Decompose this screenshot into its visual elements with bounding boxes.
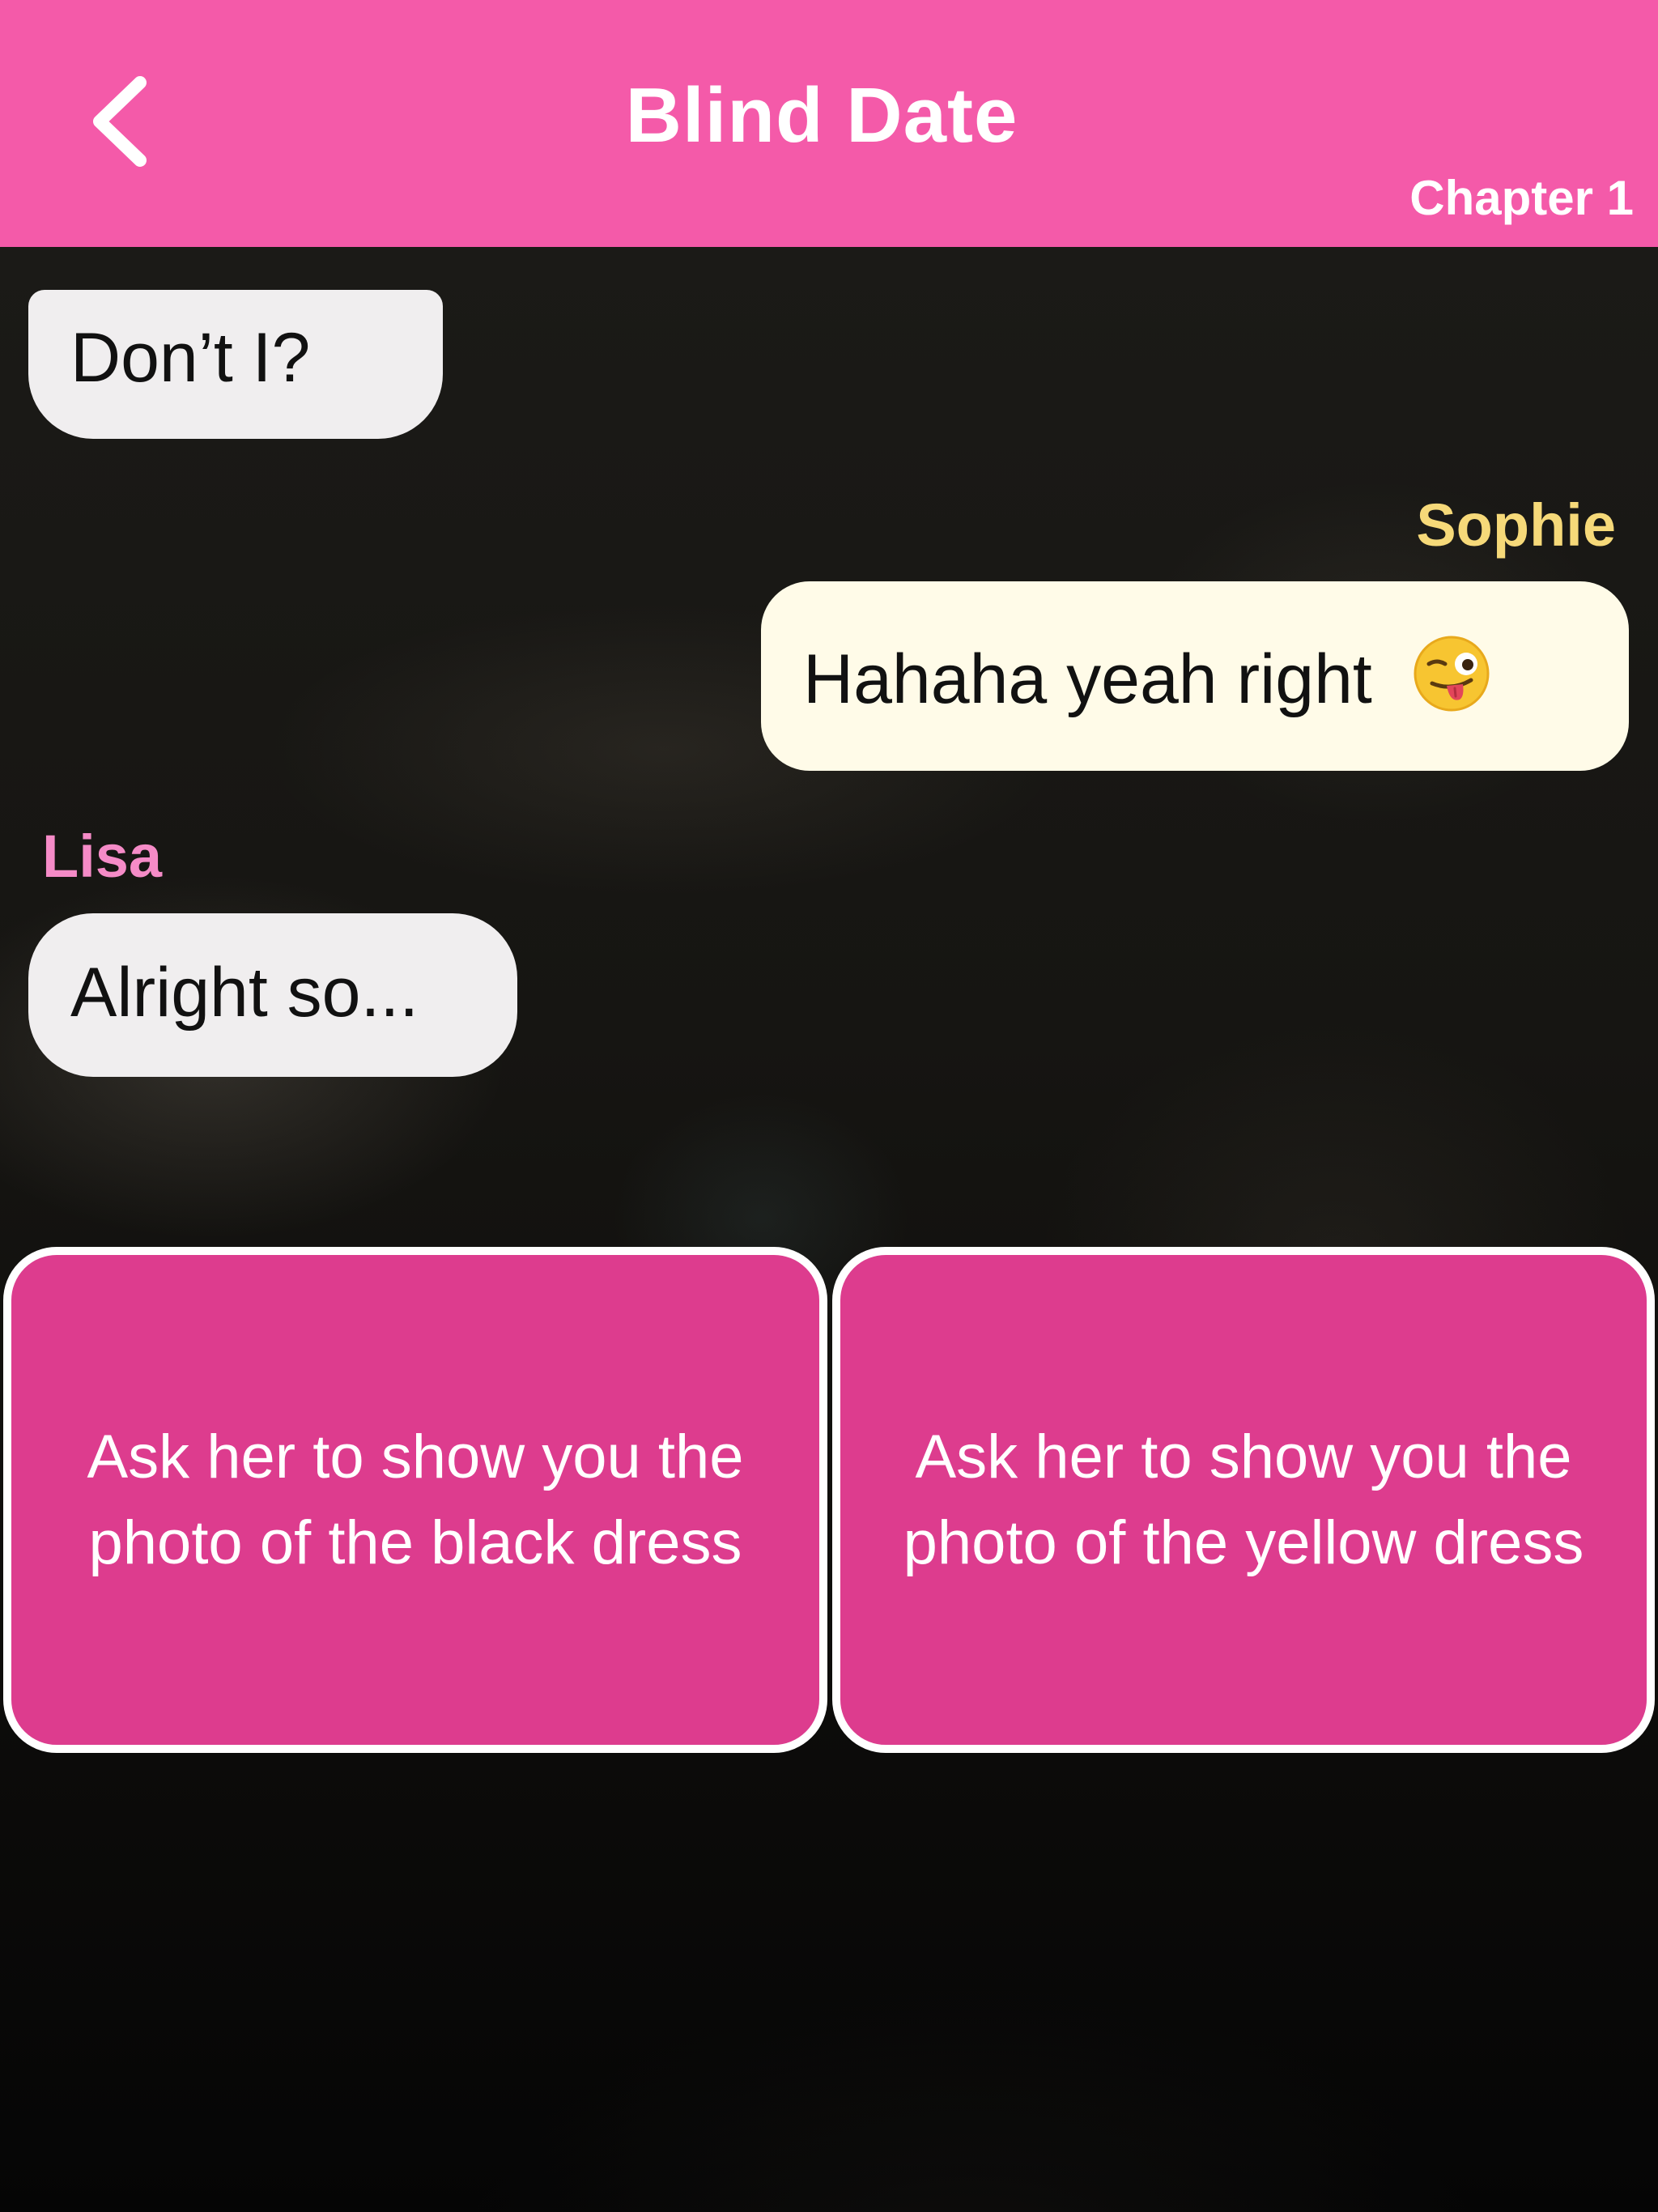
winking-face-with-tongue-icon — [1413, 635, 1490, 713]
top-bar: Blind Date Chapter 1 — [0, 0, 1658, 247]
choice-button-yellow-dress[interactable]: Ask her to show you the photo of the yel… — [832, 1247, 1655, 1753]
message-bubble: Alright so... — [28, 913, 517, 1077]
message-bubble: Hahaha yeah right — [761, 581, 1629, 771]
speaker-name-sophie: Sophie — [1416, 491, 1616, 559]
chapter-label: Chapter 1 — [1409, 171, 1634, 225]
choice-label: Ask her to show you the photo of the bla… — [87, 1422, 744, 1577]
story-title: Blind Date — [625, 72, 1018, 159]
choice-button-black-dress[interactable]: Ask her to show you the photo of the bla… — [3, 1247, 827, 1753]
speaker-name-lisa: Lisa — [42, 823, 163, 890]
choice-label: Ask her to show you the photo of the yel… — [903, 1422, 1584, 1577]
chat-background-photo — [0, 247, 1658, 2212]
message-bubble: Don’t I? — [28, 290, 443, 439]
message-text: Hahaha yeah right — [803, 640, 1372, 718]
message-text: Don’t I? — [70, 319, 311, 397]
message-text: Alright so... — [70, 954, 419, 1032]
